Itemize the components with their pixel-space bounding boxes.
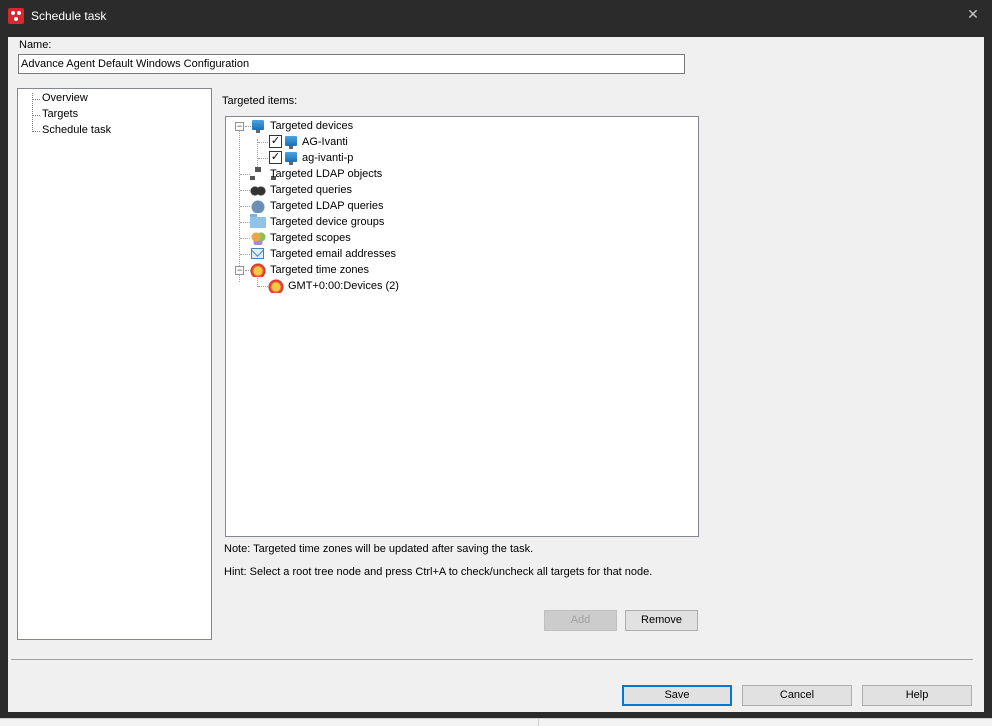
- close-icon[interactable]: ✕: [964, 5, 982, 23]
- name-input[interactable]: [18, 54, 685, 74]
- add-button[interactable]: Add: [544, 610, 617, 631]
- checkbox[interactable]: ✓: [269, 151, 282, 164]
- time-zone-icon: [250, 263, 266, 277]
- remove-button[interactable]: Remove: [625, 610, 698, 631]
- help-button[interactable]: Help: [862, 685, 972, 706]
- tree-node-time-zones[interactable]: − Targeted time zones: [226, 262, 696, 278]
- tree-node-label: Targeted queries: [270, 184, 352, 196]
- scope-icon: [250, 231, 266, 245]
- hint-text: Hint: Select a root tree node and press …: [224, 566, 653, 578]
- save-button[interactable]: Save: [622, 685, 732, 706]
- monitor-icon: [285, 136, 297, 149]
- tree-node-queries[interactable]: Targeted queries: [226, 182, 696, 198]
- tree-node-label: Targeted email addresses: [270, 248, 396, 260]
- tree-node-label: Targeted scopes: [270, 232, 351, 244]
- tree-node-label: AG-Ivanti: [302, 136, 348, 148]
- tree-node-ag-ivanti-p[interactable]: ✓ ag-ivanti-p: [226, 150, 696, 166]
- checkbox[interactable]: ✓: [269, 135, 282, 148]
- tree-node-ag-ivanti[interactable]: ✓ AG-Ivanti: [226, 134, 696, 150]
- tree-node-label: Targeted device groups: [270, 216, 385, 228]
- tree-node-label: Targeted LDAP objects: [270, 168, 383, 180]
- tree-node-label: Targeted time zones: [270, 264, 370, 276]
- nav-item-targets[interactable]: Targets: [31, 108, 78, 120]
- targets-tree[interactable]: − Targeted devices ✓ AG-Ivanti ✓ ag-ivan…: [225, 116, 699, 537]
- time-zone-icon: [268, 279, 284, 293]
- collapse-icon[interactable]: −: [235, 122, 244, 131]
- folder-icon: [250, 214, 266, 228]
- cancel-button[interactable]: Cancel: [742, 685, 852, 706]
- binoculars-icon: [250, 183, 266, 197]
- nav-panel: Overview Targets Schedule task: [17, 88, 212, 640]
- ldap-tree-icon: [250, 167, 276, 181]
- tree-node-scopes[interactable]: Targeted scopes: [226, 230, 696, 246]
- nav-item-overview[interactable]: Overview: [32, 92, 88, 104]
- collapse-icon[interactable]: −: [235, 266, 244, 275]
- background-divider: [538, 718, 992, 726]
- window-title: Schedule task: [31, 9, 107, 23]
- tree-node-label: GMT+0:00:Devices (2): [288, 280, 399, 292]
- dialog-body: Name: Overview Targets Schedule task Tar…: [8, 37, 984, 712]
- tree-node-ldap-queries[interactable]: Targeted LDAP queries: [226, 198, 696, 214]
- name-label: Name:: [19, 39, 52, 51]
- tree-node-gmt-devices[interactable]: GMT+0:00:Devices (2): [226, 278, 696, 294]
- targeted-items-label: Targeted items:: [222, 95, 298, 107]
- monitor-icon: [285, 152, 297, 165]
- tree-node-ldap-objects[interactable]: Targeted LDAP objects: [226, 166, 696, 182]
- monitor-icon: [252, 120, 264, 133]
- envelope-icon: [251, 248, 264, 259]
- tree-node-devices[interactable]: − Targeted devices: [226, 118, 696, 134]
- ldap-query-icon: [250, 199, 266, 213]
- tree-node-email-addresses[interactable]: Targeted email addresses: [226, 246, 696, 262]
- schedule-task-window: Schedule task ✕ Name: Overview Targets S…: [0, 0, 992, 718]
- nav-item-schedule-task[interactable]: Schedule task: [31, 124, 111, 136]
- note-text: Note: Targeted time zones will be update…: [224, 543, 534, 555]
- tree-node-label: Targeted LDAP queries: [270, 200, 384, 212]
- tree-node-device-groups[interactable]: Targeted device groups: [226, 214, 696, 230]
- tree-node-label: Targeted devices: [270, 120, 354, 132]
- title-bar[interactable]: Schedule task ✕: [0, 0, 992, 34]
- app-logo-icon: [8, 8, 24, 24]
- tree-node-label: ag-ivanti-p: [302, 152, 354, 164]
- footer-separator: [11, 659, 973, 660]
